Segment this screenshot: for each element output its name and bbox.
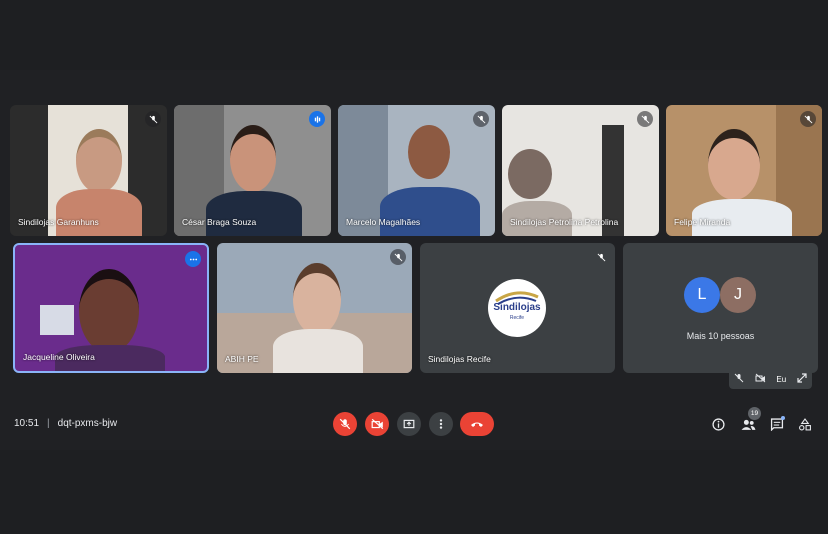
participant-tile[interactable]: Marcelo Magalhães <box>338 105 495 236</box>
more-options-button[interactable] <box>429 412 453 436</box>
camera-off-icon[interactable] <box>755 373 766 385</box>
camera-toggle-button[interactable] <box>365 412 389 436</box>
meeting-details-button[interactable] <box>710 416 726 432</box>
mic-off-icon <box>473 111 489 127</box>
others-count-label: Mais 10 pessoas <box>686 331 755 341</box>
mic-off-icon <box>593 249 609 265</box>
expand-icon[interactable] <box>797 373 807 385</box>
participant-body <box>380 187 480 236</box>
camera-off-icon <box>371 418 383 430</box>
participant-head <box>293 263 341 335</box>
participant-head <box>408 125 450 179</box>
participant-name: Sindilojas Garanhuns <box>18 217 99 227</box>
participants-count-badge: 19 <box>748 407 761 420</box>
participant-body <box>273 329 363 373</box>
speaking-icon <box>309 111 325 127</box>
participant-tile[interactable]: ABIH PE <box>217 243 412 373</box>
participant-head <box>79 269 139 353</box>
participant-tile[interactable]: Sindilojas Petrolina Petrolina <box>502 105 659 236</box>
participant-tile[interactable]: César Braga Souza <box>174 105 331 236</box>
participant-name: Sindilojas Recife <box>428 354 491 364</box>
self-view-bar[interactable]: Eu <box>729 369 812 389</box>
more-options-icon[interactable] <box>185 251 201 267</box>
hang-up-icon <box>471 422 483 427</box>
participant-name: Jacqueline Oliveira <box>23 352 95 362</box>
participant-name: Felipe Miranda <box>674 217 731 227</box>
others-tile[interactable]: L J Mais 10 pessoas <box>623 243 818 373</box>
info-icon <box>711 417 725 431</box>
avatar: J <box>720 277 756 313</box>
top-letterbox <box>0 0 828 70</box>
meeting-info: 10:51 | dqt-pxms-bjw <box>14 418 117 429</box>
participant-head <box>76 129 122 193</box>
participant-head <box>508 149 552 199</box>
chat-notification-dot <box>781 416 785 420</box>
leave-call-button[interactable] <box>460 412 494 436</box>
participant-name: César Braga Souza <box>182 217 257 227</box>
present-button[interactable] <box>397 412 421 436</box>
avatar: L <box>684 277 720 313</box>
bottom-letterbox <box>0 450 828 534</box>
participant-name: Marcelo Magalhães <box>346 217 421 227</box>
mic-off-icon <box>390 249 406 265</box>
participant-tile[interactable]: Felipe Miranda <box>666 105 822 236</box>
participant-tile[interactable]: Jacqueline Oliveira <box>13 243 209 373</box>
self-label: Eu <box>776 374 787 384</box>
participant-tile[interactable]: Sindilojas Recife Sindilojas Recife <box>420 243 615 373</box>
activities-button[interactable] <box>797 416 813 432</box>
mic-off-icon <box>800 111 816 127</box>
present-screen-icon <box>403 419 415 429</box>
separator: | <box>47 418 50 429</box>
participant-tile[interactable]: Sindilojas Garanhuns <box>10 105 167 236</box>
participant-body <box>56 189 142 236</box>
participant-head <box>230 125 276 192</box>
participant-name: ABIH PE <box>225 354 259 364</box>
mic-off-icon <box>339 418 351 430</box>
participant-head <box>708 129 760 200</box>
logo-text: Sindilojas <box>493 302 541 313</box>
participant-body <box>206 191 302 236</box>
activities-icon <box>799 417 811 430</box>
mic-off-icon <box>145 111 161 127</box>
logo-subtext: Recife <box>509 315 525 321</box>
chat-button[interactable] <box>769 416 785 432</box>
meeting-time: 10:51 <box>14 418 40 429</box>
participant-name: Sindilojas Petrolina Petrolina <box>510 217 619 227</box>
video-background <box>40 305 74 335</box>
participant-logo: Sindilojas Recife <box>488 279 546 337</box>
mic-off-icon[interactable] <box>734 373 744 385</box>
mic-toggle-button[interactable] <box>333 412 357 436</box>
meeting-code: dqt-pxms-bjw <box>57 418 118 429</box>
mic-off-icon <box>637 111 653 127</box>
more-vert-icon <box>439 419 443 429</box>
